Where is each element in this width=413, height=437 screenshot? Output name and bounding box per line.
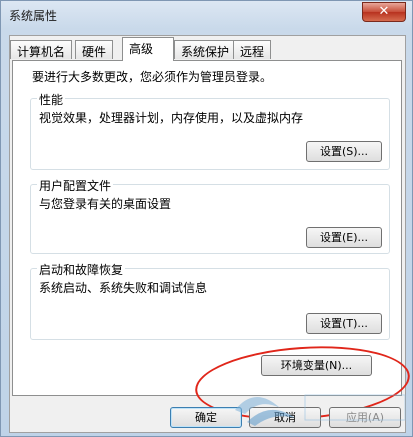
performance-group: 性能 视觉效果，处理器计划，内存使用，以及虚拟内存 设置(S)... <box>30 91 390 170</box>
startup-recovery-settings-button[interactable]: 设置(T)... <box>306 313 382 334</box>
user-profile-description: 与您登录有关的桌面设置 <box>39 197 172 211</box>
window-title: 系统属性 <box>9 9 58 23</box>
user-profile-settings-button[interactable]: 设置(E)... <box>306 227 382 248</box>
tab-system-protection[interactable]: 系统保护 <box>174 40 237 59</box>
startup-recovery-description: 系统启动、系统失败和调试信息 <box>39 281 208 295</box>
user-profile-group: 用户配置文件 与您登录有关的桌面设置 设置(E)... <box>30 177 390 254</box>
performance-group-title: 性能 <box>37 91 66 108</box>
site-watermark-logo <box>235 394 406 426</box>
tab-computer-name[interactable]: 计算机名 <box>10 40 73 59</box>
close-button[interactable]: ✕ <box>362 2 406 22</box>
startup-recovery-group-title: 启动和故障恢复 <box>37 261 126 278</box>
tab-advanced[interactable]: 高级 <box>122 37 174 61</box>
title-bar[interactable]: 系统属性 ✕ <box>1 1 412 29</box>
admin-notice: 要进行大多数更改，您必须作为管理员登录。 <box>32 70 273 84</box>
tab-hardware[interactable]: 硬件 <box>75 40 114 59</box>
performance-description: 视觉效果，处理器计划，内存使用，以及虚拟内存 <box>39 111 304 125</box>
close-icon: ✕ <box>378 4 390 19</box>
tab-remote[interactable]: 远程 <box>233 40 272 59</box>
user-profile-group-title: 用户配置文件 <box>37 177 114 194</box>
startup-recovery-group: 启动和故障恢复 系统启动、系统失败和调试信息 设置(T)... <box>30 261 390 340</box>
performance-settings-button[interactable]: 设置(S)... <box>306 141 382 162</box>
